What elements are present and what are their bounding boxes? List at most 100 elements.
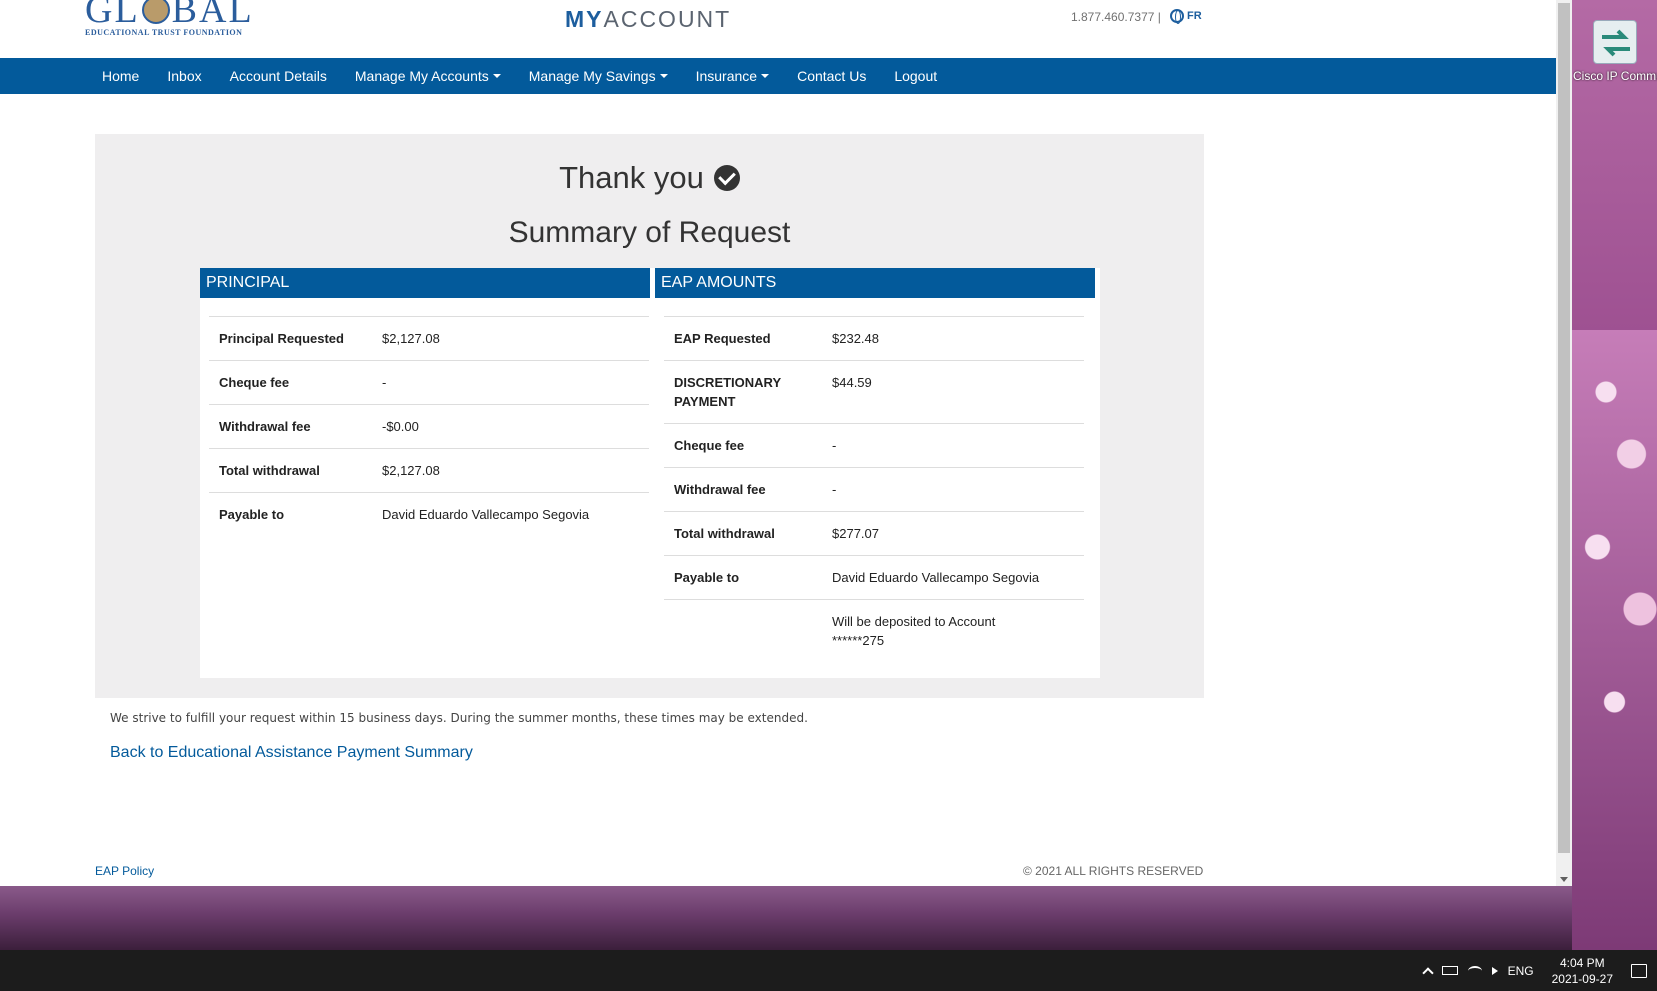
table-row: DISCRETIONARY PAYMENT $44.59 bbox=[664, 360, 1084, 423]
principal-heading: PRINCIPAL bbox=[200, 268, 650, 298]
table-row: Cheque fee - bbox=[664, 423, 1084, 467]
row-label: DISCRETIONARY PAYMENT bbox=[674, 375, 781, 409]
row-value: -$0.00 bbox=[382, 419, 419, 434]
row-value: - bbox=[382, 375, 387, 390]
nav-label: Contact Us bbox=[797, 68, 867, 84]
table-row: Principal Requested $2,127.08 bbox=[209, 316, 649, 360]
scroll-down-arrow-icon[interactable] bbox=[1560, 877, 1568, 882]
eap-policy-link[interactable]: EAP Policy bbox=[95, 864, 154, 878]
summary-panel: Thank you Summary of Request PRINCIPAL E… bbox=[95, 134, 1204, 698]
summary-card: PRINCIPAL EAP AMOUNTS Principal Requeste… bbox=[200, 268, 1100, 678]
logo-text-right: BAL bbox=[171, 0, 254, 31]
row-value: $277.07 bbox=[832, 526, 879, 541]
row-value: $44.59 bbox=[832, 375, 872, 390]
row-label: Payable to bbox=[674, 570, 740, 585]
myaccount-my: MY bbox=[565, 6, 604, 32]
row-label: EAP Requested bbox=[674, 331, 771, 346]
row-label bbox=[664, 600, 832, 662]
nav-contact-us[interactable]: Contact Us bbox=[783, 68, 880, 84]
row-value: $232.48 bbox=[832, 331, 879, 346]
fulfillment-note: We strive to fulfill your request within… bbox=[110, 711, 808, 725]
notification-center-icon[interactable] bbox=[1631, 963, 1647, 978]
row-value: David Eduardo Vallecampo Segovia bbox=[832, 570, 1040, 585]
myaccount-title: MYACCOUNT bbox=[565, 6, 731, 33]
row-label: Withdrawal fee bbox=[219, 419, 311, 434]
copyright-text: © 2021 ALL RIGHTS RESERVED bbox=[1023, 864, 1204, 878]
language-switch[interactable]: FR bbox=[1170, 9, 1202, 24]
row-label: Total withdrawal bbox=[674, 526, 775, 541]
system-tray: ENG 4:04 PM 2021-09-27 bbox=[1421, 950, 1647, 991]
nav-label: Home bbox=[102, 68, 140, 84]
globe-icon bbox=[1170, 9, 1184, 24]
windows-taskbar: ENG 4:04 PM 2021-09-27 bbox=[0, 950, 1657, 991]
input-language[interactable]: ENG bbox=[1508, 964, 1534, 978]
battery-icon[interactable] bbox=[1441, 966, 1458, 975]
table-row: Total withdrawal $277.07 bbox=[664, 511, 1084, 555]
caret-down-icon bbox=[659, 74, 668, 78]
wifi-icon[interactable] bbox=[1467, 965, 1482, 976]
scrollbar-thumb[interactable] bbox=[1558, 3, 1570, 853]
row-value: - bbox=[832, 482, 837, 497]
nav-label: Logout bbox=[894, 68, 938, 84]
nav-label: Inbox bbox=[167, 68, 202, 84]
nav-label: Manage My Savings bbox=[528, 68, 656, 84]
page-scrollbar[interactable] bbox=[1556, 0, 1572, 886]
clock-time: 4:04 PM bbox=[1559, 955, 1605, 970]
row-label: Cheque fee bbox=[674, 438, 745, 453]
show-hidden-icons-icon[interactable] bbox=[1421, 966, 1434, 979]
row-value: $2,127.08 bbox=[382, 463, 440, 478]
cisco-app-icon bbox=[1593, 20, 1637, 64]
logo-text-left: GL bbox=[85, 0, 140, 31]
back-to-eap-summary-link[interactable]: Back to Educational Assistance Payment S… bbox=[110, 744, 473, 762]
main-navigation: Home Inbox Account Details Manage My Acc… bbox=[0, 58, 1556, 94]
principal-table: Principal Requested $2,127.08 Cheque fee… bbox=[209, 316, 649, 536]
table-row: Withdrawal fee -$0.00 bbox=[209, 404, 649, 448]
desktop-shortcut-label: Cisco IP Communic... bbox=[1573, 69, 1657, 83]
nav-inbox[interactable]: Inbox bbox=[153, 68, 215, 84]
deposit-note: Will be deposited to Account ******275 bbox=[832, 614, 996, 648]
caret-down-icon bbox=[761, 74, 770, 78]
row-label: Cheque fee bbox=[219, 375, 290, 390]
table-row: Withdrawal fee - bbox=[664, 467, 1084, 511]
globe-logo-icon bbox=[141, 0, 170, 24]
nav-label: Account Details bbox=[229, 68, 327, 84]
caret-down-icon bbox=[492, 74, 501, 78]
table-row: Payable to David Eduardo Vallecampo Sego… bbox=[664, 555, 1084, 599]
nav-label: Insurance bbox=[695, 68, 758, 84]
table-row: Will be deposited to Account ******275 bbox=[664, 599, 1084, 662]
row-value: $2,127.08 bbox=[382, 331, 440, 346]
eap-amounts-heading: EAP AMOUNTS bbox=[655, 268, 1095, 298]
desktop-landscape bbox=[0, 886, 1572, 950]
volume-icon[interactable] bbox=[1491, 966, 1498, 975]
table-row: EAP Requested $232.48 bbox=[664, 316, 1084, 360]
browser-page: GL BAL EDUCATIONAL TRUST FOUNDATION MYAC… bbox=[0, 0, 1556, 886]
language-label: FR bbox=[1187, 10, 1202, 22]
myaccount-account: ACCOUNT bbox=[603, 6, 732, 32]
row-label: Total withdrawal bbox=[219, 463, 320, 478]
nav-account-details[interactable]: Account Details bbox=[216, 68, 341, 84]
desktop-shortcut-cisco[interactable]: Cisco IP Communic... bbox=[1573, 20, 1657, 106]
nav-manage-my-accounts[interactable]: Manage My Accounts bbox=[341, 68, 515, 84]
thank-you-heading: Thank you bbox=[95, 160, 1204, 196]
table-row: Total withdrawal $2,127.08 bbox=[209, 448, 649, 492]
nav-home[interactable]: Home bbox=[88, 68, 153, 84]
check-circle-icon bbox=[713, 165, 740, 191]
desktop-tree-art bbox=[1572, 330, 1657, 950]
nav-insurance[interactable]: Insurance bbox=[682, 68, 783, 84]
clock-date: 2021-09-27 bbox=[1551, 971, 1613, 986]
row-value: - bbox=[832, 438, 837, 453]
phone-number: 1.877.460.7377 | bbox=[1071, 10, 1161, 24]
table-row: Payable to David Eduardo Vallecampo Sego… bbox=[209, 492, 649, 536]
nav-label: Manage My Accounts bbox=[354, 68, 489, 84]
row-label: Payable to bbox=[219, 507, 285, 522]
summary-title: Summary of Request bbox=[508, 216, 791, 249]
row-value: David Eduardo Vallecampo Segovia bbox=[382, 507, 590, 522]
taskbar-clock[interactable]: 4:04 PM 2021-09-27 bbox=[1552, 955, 1613, 987]
row-label: Principal Requested bbox=[219, 331, 344, 346]
global-logo[interactable]: GL BAL EDUCATIONAL TRUST FOUNDATION bbox=[85, 0, 255, 42]
nav-logout[interactable]: Logout bbox=[880, 68, 951, 84]
thank-you-text: Thank you bbox=[559, 160, 704, 195]
table-row: Cheque fee - bbox=[209, 360, 649, 404]
nav-manage-my-savings[interactable]: Manage My Savings bbox=[515, 68, 682, 84]
logo-subtitle: EDUCATIONAL TRUST FOUNDATION bbox=[85, 28, 243, 37]
